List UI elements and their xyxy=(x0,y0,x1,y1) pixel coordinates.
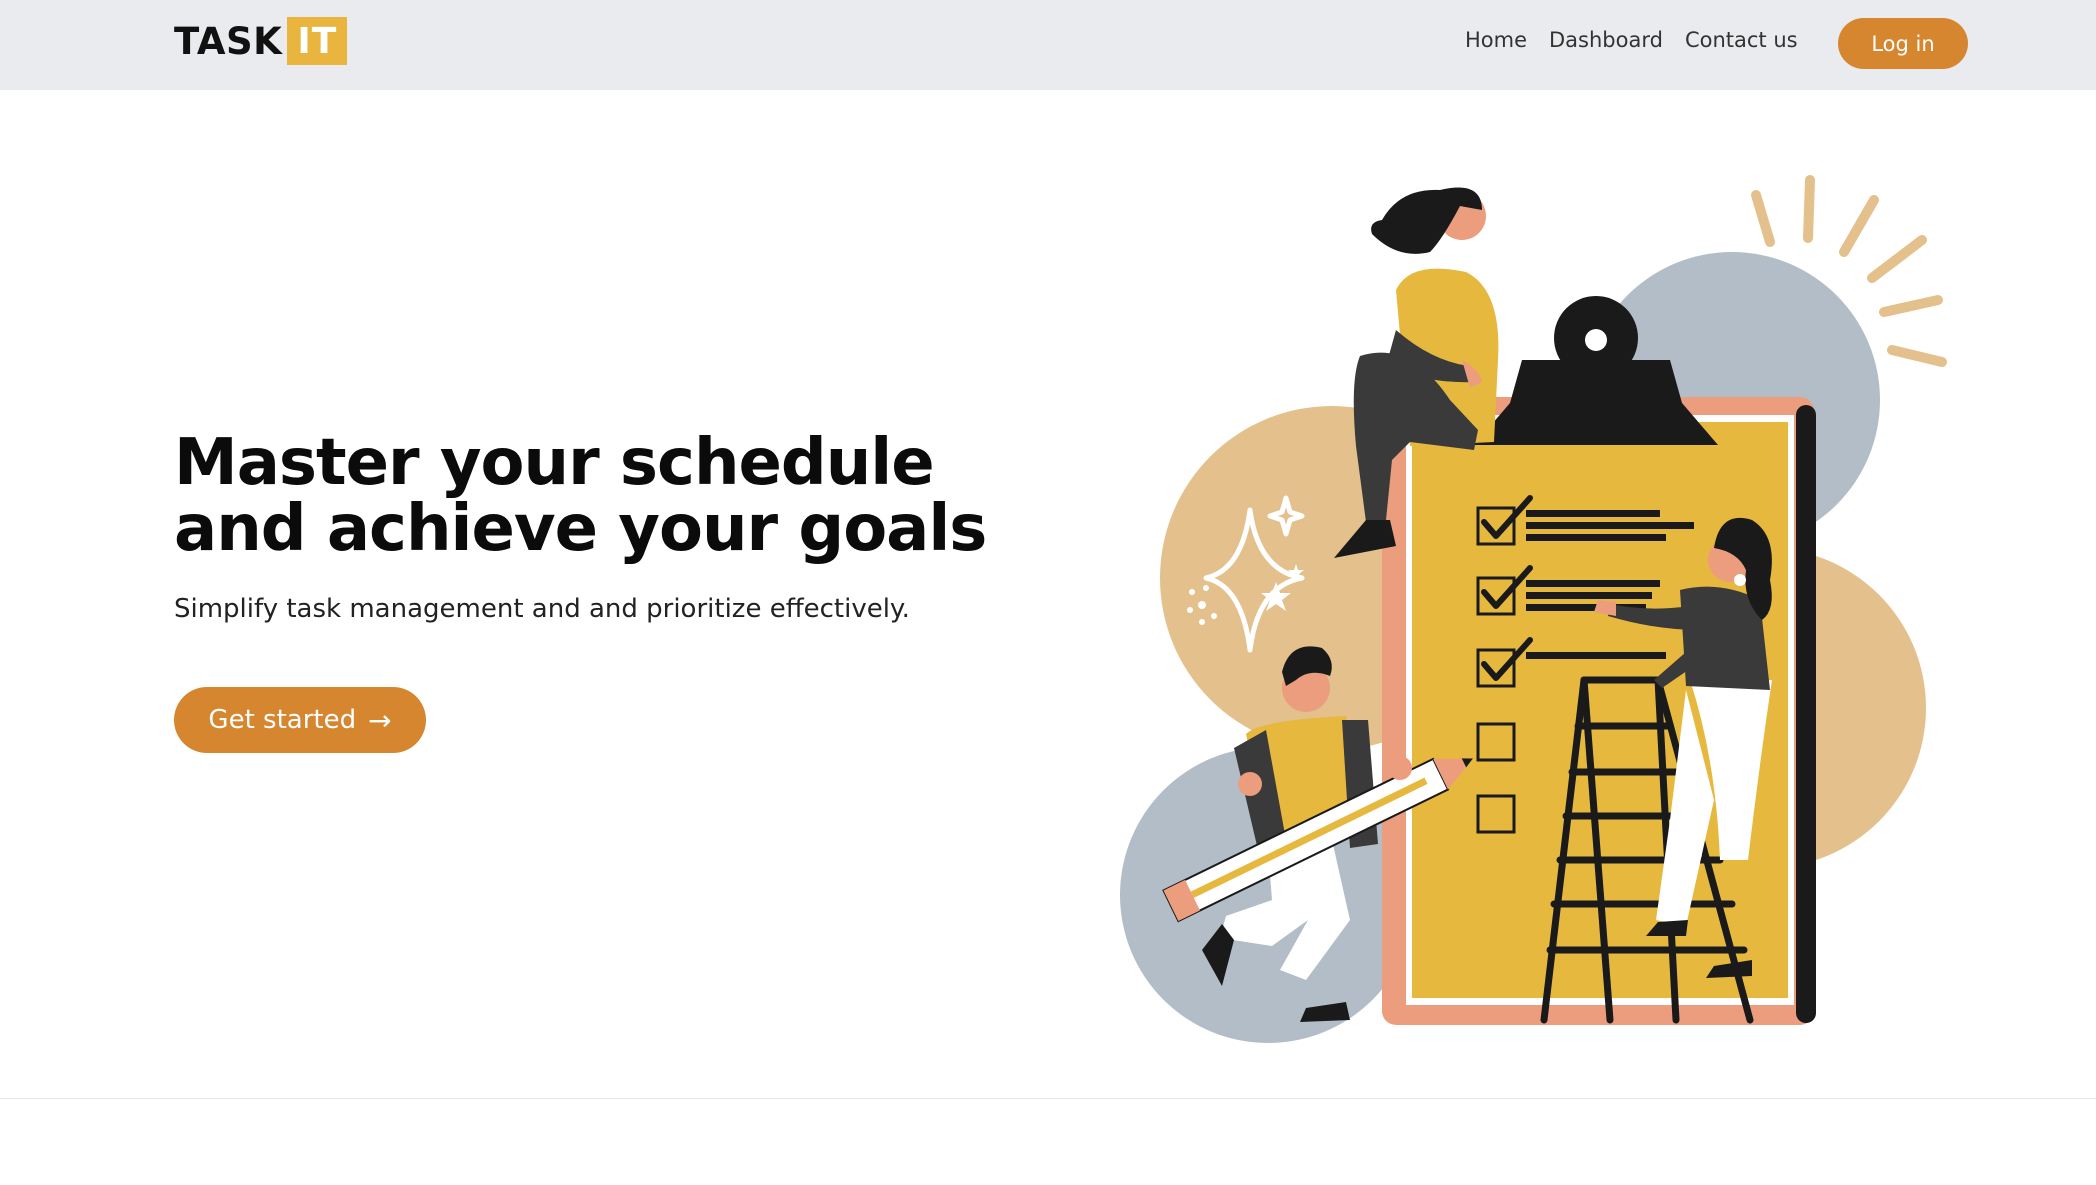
nav-link-dashboard[interactable]: Dashboard xyxy=(1549,28,1663,52)
hero-illustration xyxy=(1120,175,1947,1043)
nav-links: Home Dashboard Contact us xyxy=(1465,28,1820,52)
clipboard-ring-hole xyxy=(1585,329,1607,351)
logo-text-it: IT xyxy=(287,17,348,65)
section-divider xyxy=(0,1098,2096,1099)
nav-link-home[interactable]: Home xyxy=(1465,28,1527,52)
clipboard-back xyxy=(1796,405,1816,1023)
nav-link-contact[interactable]: Contact us xyxy=(1685,28,1798,52)
hero-title-line2: and achieve your goals xyxy=(174,492,987,566)
hero-title: Master your schedule and achieve your go… xyxy=(174,430,1054,562)
login-button[interactable]: Log in xyxy=(1838,18,1968,69)
hero-title-line1: Master your schedule xyxy=(174,426,935,500)
logo-text-task: TASK xyxy=(174,19,283,63)
brand-logo[interactable]: TASK IT xyxy=(174,16,348,66)
arrow-right-icon: → xyxy=(368,703,392,737)
navbar: TASK IT Home Dashboard Contact us Log in xyxy=(0,0,2096,90)
hero-subtitle: Simplify task management and and priorit… xyxy=(174,594,910,624)
get-started-label: Get started xyxy=(208,705,357,735)
get-started-button[interactable]: Get started → xyxy=(174,687,426,753)
